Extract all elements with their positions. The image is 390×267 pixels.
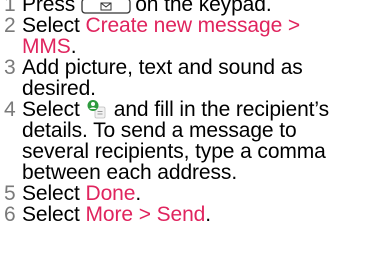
- step-number: 2: [4, 14, 16, 37]
- step-6: 6 Select More > Send.: [0, 204, 390, 225]
- step-5: 5 Select Done.: [0, 183, 390, 204]
- step-text-after: .: [70, 35, 77, 58]
- step-3: 3 Add picture, text and sound as desired.: [0, 57, 390, 99]
- step-text: Select Create new message > MMS.: [22, 14, 300, 58]
- step-text: Add picture, text and sound as desired.: [22, 56, 303, 100]
- step-text-after: .: [205, 203, 211, 226]
- step-number: 5: [4, 182, 16, 205]
- step-text-line1: Add picture, text and sound as: [22, 56, 303, 79]
- menu-option-done: Done: [85, 182, 136, 205]
- step-text-before: Select: [22, 14, 80, 37]
- step-text-line3: several recipients, type a comma: [22, 140, 326, 163]
- step-text-after: and fill in the recipient’s: [113, 98, 329, 121]
- step-text: Select More > Send.: [22, 203, 211, 226]
- step-number: 1: [4, 0, 16, 16]
- menu-path-mms: MMS: [22, 35, 71, 58]
- step-number: 3: [4, 56, 16, 79]
- step-text-before: Select: [22, 182, 80, 205]
- step-number: 6: [4, 203, 16, 226]
- add-recipient-icon: [87, 100, 106, 119]
- menu-path-create-message: Create new message >: [85, 14, 301, 37]
- step-text-line2: desired.: [22, 77, 96, 100]
- step-text: Select and fill in the recipient’s details…: [22, 98, 329, 184]
- message-key-icon: [81, 0, 131, 14]
- step-text-before: Select: [22, 203, 80, 226]
- step-2: 2 Select Create new message > MMS.: [0, 15, 390, 57]
- step-text-line2: details. To send a message to: [22, 119, 297, 142]
- step-text: Select Done.: [22, 182, 141, 205]
- menu-path-more-send: More > Send: [85, 203, 206, 226]
- step-4: 4 Select and fill in the recipient’s detai…: [0, 99, 390, 183]
- step-text-after: .: [135, 182, 142, 205]
- step-text-line4: between each address.: [22, 161, 238, 184]
- step-1: 1 Press on the keypad.: [0, 0, 390, 15]
- instruction-list: 1 Press on the keypad. 2 Select Create ne…: [0, 0, 390, 225]
- step-text-before: Select: [22, 98, 80, 121]
- step-number: 4: [4, 98, 16, 121]
